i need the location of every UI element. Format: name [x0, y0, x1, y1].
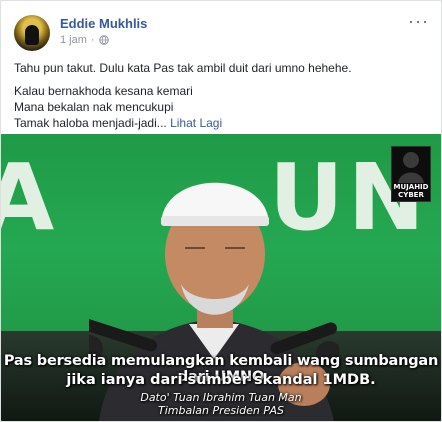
post-text-line: Tamak haloba menjadi-jadi...	[14, 116, 167, 130]
post-timestamp[interactable]: 1 jam	[60, 34, 87, 46]
more-options-icon[interactable]: ···	[408, 12, 429, 30]
background-lettering: A	[1, 144, 58, 251]
post-text-line-last: Tamak haloba menjadi-jadi... Lihat Lagi	[14, 115, 222, 131]
watermark-figure-icon	[398, 152, 424, 183]
see-more-link[interactable]: Lihat Lagi	[170, 116, 222, 130]
post-text-line: Tahu pun takut. Dulu kata Pas tak ambil …	[14, 61, 352, 75]
watermark-logo: MUJAHID CYBER	[391, 146, 431, 202]
watermark-text: CYBER	[398, 191, 424, 199]
attribution-title: Timbalan Presiden PAS	[157, 404, 284, 417]
watermark-text: MUJAHID	[393, 183, 429, 191]
post-text-line: Kalau bernakhoda kesana kemari	[14, 84, 193, 98]
meta-separator: ·	[90, 34, 95, 46]
author-avatar[interactable]	[14, 15, 50, 51]
image-caption: jika ianya dari sumber skandal 1MDB.	[66, 372, 376, 388]
attribution-name: Dato' Tuan Ibrahim Tuan Man	[140, 391, 302, 404]
post-photo[interactable]: A UN	[1, 134, 441, 421]
globe-icon	[98, 35, 109, 45]
author-name[interactable]: Eddie Mukhlis	[60, 16, 147, 31]
post-text-line: Mana bekalan nak mencukupi	[14, 100, 174, 114]
post-card: Eddie Mukhlis 1 jam · ··· Tahu pun takut…	[0, 0, 442, 422]
post-meta: 1 jam ·	[60, 34, 109, 46]
